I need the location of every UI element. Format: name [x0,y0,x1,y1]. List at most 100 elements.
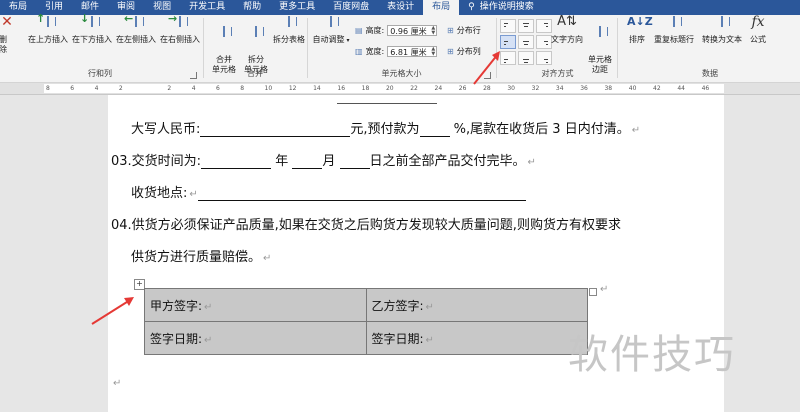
row-height-input[interactable]: 0.96 厘米 ▲ ▼ [387,25,438,36]
align-top-right-button[interactable] [536,19,552,33]
insert-right-button[interactable]: → 在右侧插入 [158,13,202,45]
tab-7[interactable]: 更多工具 [270,0,324,15]
ribbon-separator [203,18,204,78]
align-top-center-button[interactable] [518,19,534,33]
doc-line-amount[interactable]: 大写人民币: 元,预付款为 %,尾款在收货后 3 日内付清。 ↵ [131,118,640,137]
cell-margins-icon [590,26,610,43]
convert-to-text-button[interactable]: 转换为文本 [698,16,746,45]
ruler-tick: 22 [410,85,418,92]
insert-left-icon: ← [124,13,146,33]
group-label-merge: 合并 [247,69,263,78]
align-center-button[interactable] [518,35,534,49]
ruler-tick: 8 [240,85,245,92]
column-width-control: ▥ 宽度: 6.81 厘米 ▲ ▼ [355,46,438,57]
autofit-icon [321,16,341,33]
align-bottom-center-button[interactable] [518,51,534,65]
signature-table[interactable]: 甲方签字: ↵ 乙方签字: ↵ 签字日期: ↵ 签字日期: ↵ [144,288,588,355]
table-cell[interactable]: 甲方签字: ↵ [144,288,367,322]
formula-button[interactable]: fx 公式 [746,14,770,45]
group-label-rows-columns: 行和列 [88,69,112,78]
tab-0[interactable]: 布局 [0,0,36,15]
insert-left-button[interactable]: ← 在左侧插入 [114,13,158,45]
table-cell[interactable]: 签字日期: ↵ [144,321,367,355]
table-resize-handle[interactable] [589,288,597,296]
tab-10[interactable]: 布局 [423,0,460,15]
spinner-icon[interactable]: ▲ ▼ [430,47,436,57]
horizontal-ruler[interactable]: 8 6 4 2 2 4 6 8 10 12 14 16 18 20 22 24 26 28 30 32 34 36 38 40… [0,83,800,95]
ruler-tick: 30 [507,85,515,92]
insert-above-button[interactable]: ↑ 在上方插入 [26,13,70,45]
ruler-tick: 4 [191,85,196,92]
text-direction-button[interactable]: A⇅ 文字方向 [548,14,586,45]
group-rows-columns: ✕ 删除 ↑ 在上方插入 ↓ 在下方插入 ← 在左侧插入 → 在右侧插入 行和列 [0,13,202,82]
column-width-input[interactable]: 6.81 厘米 ▲ ▼ [387,46,438,57]
ruler-tick: 40 [628,85,637,92]
ruler-tick: 14 [313,85,321,92]
text-direction-icon: A⇅ [557,14,577,29]
align-top-left-button[interactable] [500,19,516,33]
merge-cells-icon [214,26,234,43]
ruler-tick: 12 [288,85,297,92]
rows-columns-launcher-icon[interactable] [190,72,197,79]
tab-6[interactable]: 帮助 [234,0,270,15]
split-cells-button[interactable]: 拆分 单元格 [241,17,271,75]
align-bottom-right-button[interactable] [536,51,552,65]
group-label-cell-size: 单元格大小 [381,69,422,78]
ruler-tick: 20 [385,85,394,92]
repeat-header-rows-button[interactable]: 重复标题行 [650,16,698,45]
row-height-icon: ▤ [355,26,363,35]
table-row: 签字日期: ↵ 签字日期: ↵ [144,321,588,355]
blank-place[interactable] [197,187,526,201]
tab-2[interactable]: 邮件 [72,0,108,15]
autofit-button[interactable]: 自动调整 ▾ [311,16,351,46]
ruler-tick: 18 [361,85,370,92]
doc-line-delivery-time[interactable]: 03.交货时间为: 年 月 日之前全部产品交付完毕。 ↵ [111,150,536,169]
ribbon-tab-bar: 布局 引用 邮件 审阅 视图 开发工具 帮助 更多工具 百度网盘 表设计 布局 ⚲ 操作说明搜索 [0,0,800,15]
ruler-tick: 8 [46,85,50,92]
section-divider [337,103,437,104]
ruler-tick: 4 [94,85,99,92]
ruler-tick: 16 [337,85,346,92]
watermark: 软件技巧 [568,332,736,378]
column-width-icon: ▥ [355,47,363,56]
distribute-rows-button[interactable]: ⊞ 分布行 [447,25,481,36]
split-cells-icon [246,26,266,43]
sort-button[interactable]: A↓Z 排序 [624,16,653,45]
doc-line-quality[interactable]: 04.供货方必须保证产品质量,如果在交货之后购货方发现较大质量问题,则购货方有权… [111,214,621,233]
table-cell[interactable]: 签字日期: ↵ [365,321,588,355]
tell-me-search[interactable]: ⚲ 操作说明搜索 [459,0,543,15]
split-table-button[interactable]: 拆分表格 [271,16,307,45]
blank-year[interactable] [201,155,272,169]
insert-below-button[interactable]: ↓ 在下方插入 [70,13,114,45]
ruler-tick: 10 [264,85,273,92]
insert-below-icon: ↓ [80,13,102,33]
tab-8[interactable]: 百度网盘 [324,0,378,15]
convert-to-text-icon [712,16,732,33]
tab-5[interactable]: 开发工具 [180,0,234,15]
doc-line-delivery-place[interactable]: 收货地点: ↵ [131,182,526,201]
ruler-tick: 32 [531,85,540,92]
table-cell[interactable]: 乙方签字: ↵ [365,288,588,322]
ruler-tick: 44 [677,85,685,92]
blank-amount[interactable] [200,123,351,137]
tab-9[interactable]: 表设计 [378,0,423,15]
group-cell-size: 自动调整 ▾ ▤ 高度: 0.96 厘米 ▲ ▼ ▥ 宽度: 6.81 厘米 ▲ ▼… [309,15,494,82]
cell-margins-button[interactable]: 单元格 边距 [586,17,614,75]
blank-month[interactable] [292,155,323,169]
align-center-right-button[interactable] [536,35,552,49]
doc-line-compensation[interactable]: 供货方进行质量赔偿。 ↵ [131,246,271,265]
align-center-left-button[interactable] [500,35,516,49]
delete-button[interactable]: ✕ 删除 [0,15,14,55]
ruler-tick: 24 [434,85,443,92]
merge-cells-button[interactable]: 合并 单元格 [209,17,239,75]
ruler-tick: 6 [215,85,220,92]
ruler-tick: 46 [701,85,710,92]
insert-right-icon: → [168,13,190,33]
spinner-icon[interactable]: ▲ ▼ [430,26,436,36]
blank-day[interactable] [339,155,370,169]
alignment-grid [500,19,554,65]
formula-icon: fx [751,14,765,30]
empty-paragraph-mark: ↵ [113,378,122,389]
blank-prepay[interactable] [419,123,450,137]
lightbulb-icon: ⚲ [468,2,475,12]
